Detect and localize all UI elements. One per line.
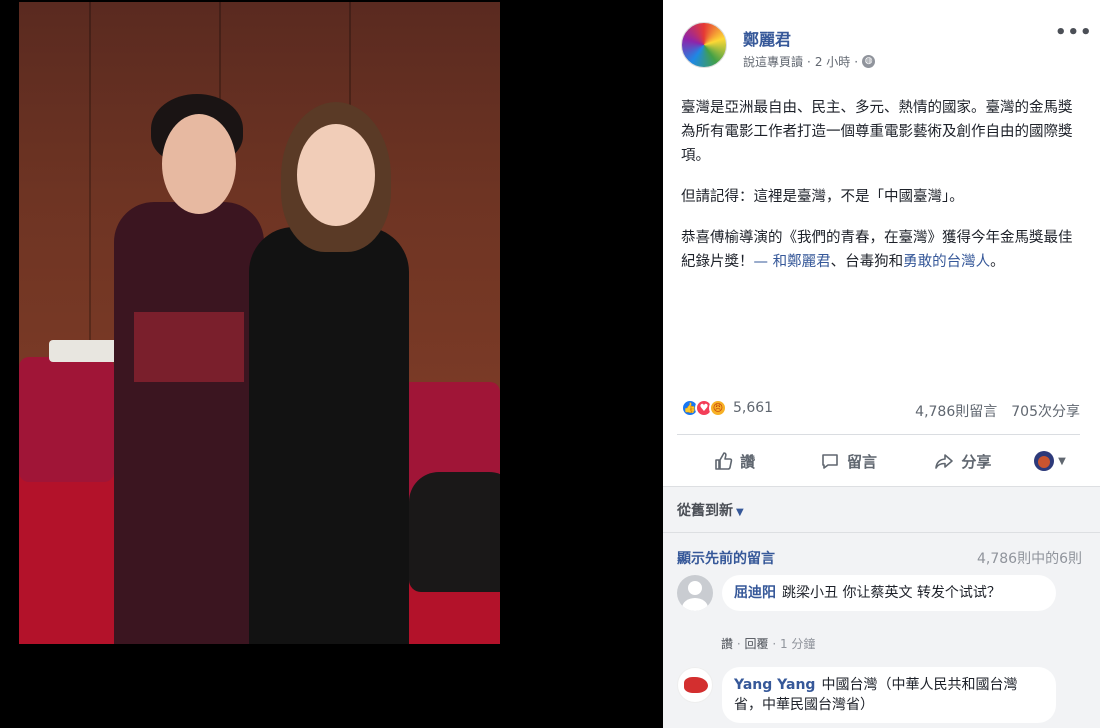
meta-separator: · [854, 54, 859, 69]
tag-separator: 、 [830, 254, 846, 270]
post-paragraph: 恭喜傅榆導演的《我們的青春，在臺灣》獲得今年金馬獎最佳紀錄片獎！— 和鄭麗君、台… [681, 226, 1085, 274]
action-bar: 讚 留言 分享 ▼ [677, 443, 1080, 479]
reactions-summary[interactable]: 👍 ♥ 😠 5,661 [681, 399, 773, 417]
post-panel: 鄭麗君 說這專頁讀 · 2 小時 · ◍ ••• 臺灣是亞洲最自由、民主、多元、… [663, 0, 1100, 728]
comment-like-link[interactable]: 讚 [721, 637, 733, 651]
comment-reply-link[interactable]: 回覆 [744, 637, 768, 651]
comment-icon [822, 454, 838, 469]
post-paragraph: 臺灣是亞洲最自由、民主、多元、熱情的國家。臺灣的金馬獎為所有電影工作者打造一個尊… [681, 100, 1073, 164]
comment-time[interactable]: 1 分鐘 [780, 637, 815, 651]
post-photo[interactable] [19, 2, 500, 644]
tag-and: 和 [888, 254, 904, 270]
thumbs-up-icon [715, 452, 733, 470]
tag-end: 。 [990, 254, 1005, 270]
sort-dropdown[interactable]: 從舊到新 ▼ [677, 500, 744, 520]
like-label: 讚 [740, 452, 756, 471]
comment-sort-bar: 從舊到新 ▼ [663, 486, 1100, 533]
meta-separator: · [772, 637, 780, 651]
show-previous-comments[interactable]: 顯示先前的留言 [677, 548, 775, 568]
share-label: 分享 [961, 452, 992, 471]
post-meta: 說這專頁讀 · 2 小時 · ◍ [743, 53, 876, 70]
tag-text: 台毒狗 [845, 254, 889, 270]
post-body: 臺灣是亞洲最自由、民主、多元、熱情的國家。臺灣的金馬獎為所有電影工作者打造一個尊… [681, 96, 1085, 291]
commenter-name[interactable]: Yang Yang [734, 677, 815, 693]
photo-person-right [249, 227, 409, 644]
photo-handbag [409, 472, 500, 592]
photo-sofa-left [19, 357, 114, 482]
tag-link[interactable]: 鄭麗君 [787, 254, 831, 270]
user-avatar [1034, 451, 1055, 471]
share-icon [935, 454, 954, 469]
photo-person-right-face [297, 124, 375, 226]
commenter-avatar[interactable] [677, 575, 713, 611]
audience-selector[interactable]: ▼ [1020, 451, 1080, 471]
comments-section: 顯示先前的留言 4,786則中的6則 屈迪阳 跳梁小丑 你让蔡英文 转发个试试？ … [663, 533, 1100, 728]
sort-label: 從舊到新 [677, 503, 733, 519]
globe-icon: ◍ [862, 55, 876, 68]
commenter-name[interactable]: 屈迪阳 [734, 585, 776, 601]
divider [677, 434, 1080, 435]
shares-count[interactable]: 705次分享 [1011, 401, 1080, 421]
comment-button[interactable]: 留言 [791, 451, 905, 472]
author-name[interactable]: 鄭麗君 [743, 26, 791, 50]
comment-text: 跳梁小丑 你让蔡英文 转发个试试？ [782, 585, 1001, 601]
comment-bubble: Yang Yang 中國台灣（中華人民共和國台灣省，中華民國台灣省） [722, 667, 1056, 723]
translate-link[interactable]: 說這專頁讀 [743, 53, 803, 70]
with-prefix: — 和 [753, 254, 788, 270]
comments-shown-count: 4,786則中的6則 [977, 551, 1082, 567]
reactions-count[interactable]: 5,661 [733, 400, 773, 416]
photo-person-left-sash [134, 312, 244, 382]
photo-desk-phone [49, 340, 119, 362]
post-paragraph: 但請記得：這裡是臺灣，不是「中國臺灣」。 [681, 189, 964, 205]
comments-count[interactable]: 4,786則留言 [915, 401, 997, 421]
author-avatar[interactable] [681, 22, 727, 68]
angry-reaction-icon: 😠 [709, 399, 727, 417]
like-button[interactable]: 讚 [677, 451, 791, 472]
photo-person-left [114, 202, 264, 644]
post-time[interactable]: 2 小時 [815, 53, 850, 70]
comment-meta: 讚 · 回覆 · 1 分鐘 [721, 635, 815, 652]
caret-down-icon: ▼ [1058, 455, 1066, 467]
comment-bubble: 屈迪阳 跳梁小丑 你让蔡英文 转发个试试？ [722, 575, 1056, 611]
comment-label: 留言 [846, 452, 877, 471]
engagement-counts: 4,786則留言 705次分享 [915, 401, 1080, 421]
photo-person-left-face [162, 114, 236, 214]
share-button[interactable]: 分享 [906, 451, 1020, 472]
more-options-icon[interactable]: ••• [1055, 22, 1093, 43]
meta-separator: · [807, 54, 811, 69]
caret-down-icon: ▼ [736, 507, 744, 518]
commenter-avatar[interactable] [677, 667, 713, 703]
tag-link[interactable]: 勇敢的台灣人 [903, 254, 990, 270]
